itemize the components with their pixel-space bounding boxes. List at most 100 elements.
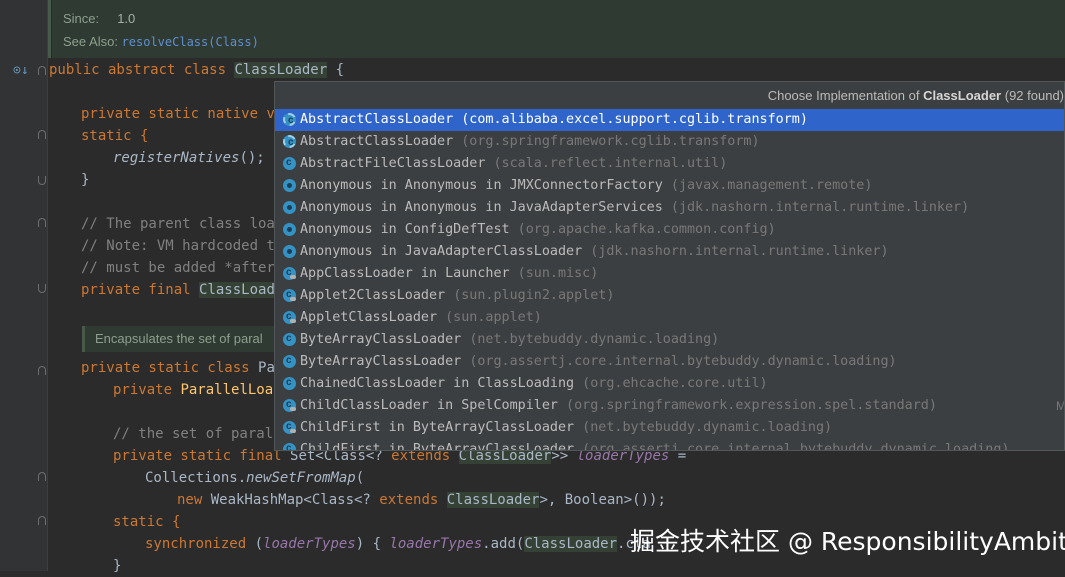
implementation-item[interactable]: AppClassLoader in Launcher (sun.misc) [275,262,1064,285]
fold-marker-icon[interactable] [38,284,46,293]
code-text: } [81,172,90,188]
code-comment[interactable]: // must be added *after* [81,257,283,279]
implementation-item[interactable]: ChildFirst in ByteArrayClassLoader (net.… [275,416,1064,439]
javadoc-render-block [52,0,1065,58]
see-also-link[interactable]: resolveClass(Class) [122,35,259,49]
implementation-item[interactable]: Anonymous in Anonymous in JMXConnectorFa… [275,175,1064,197]
implementation-package: (scala.reflect.internal.util) [493,156,728,171]
code-line[interactable]: } [81,169,89,191]
implementation-item[interactable]: ByteArrayClassLoader (net.bytebuddy.dyna… [275,328,1064,351]
implementation-name: Anonymous in Anonymous in JMXConnectorFa… [300,178,663,193]
code-line[interactable]: private static class Par [81,357,283,379]
code-text: (); [239,150,265,166]
implementation-label: ChainedClassLoader in ClassLoading (org.… [300,373,768,395]
code-comment[interactable]: // the set of parall [113,423,282,445]
implementation-list[interactable]: AbstractClassLoader (com.alibaba.excel.s… [275,109,1064,451]
anonymous-class-icon [283,201,296,214]
code-line[interactable]: registerNatives(); [113,147,265,169]
implementation-package: (org.ehcache.core.util) [582,376,768,391]
fold-marker-icon[interactable] [38,366,46,375]
abstract-class-icon [283,132,296,154]
implementation-name: AppletClassLoader [300,310,438,325]
code-line[interactable]: private static native vo [81,103,283,125]
code-class-name: ClassLoader [524,536,618,552]
anonymous-class-icon [283,223,296,236]
code-text: .add( [482,536,525,552]
anonymous-class-icon [283,245,296,258]
implementation-label: ChildFirst in ByteArrayClassLoader (org.… [300,439,1010,451]
implementation-item[interactable]: Anonymous in ConfigDefTest (org.apache.k… [275,219,1064,241]
code-text: WeakHashMap<Class<? [210,492,380,508]
abstract-class-icon [283,110,296,132]
code-line[interactable]: synchronized (loaderTypes) { loaderTypes… [145,533,651,555]
inline-doc-hint: Encapsulates the set of paral [82,326,282,352]
watermark: 掘金技术社区 @ ResponsibilityAmbiti [630,527,1065,556]
inline-doc-text: Encapsulates the set of paral [95,331,263,346]
implementation-item[interactable]: ChildFirst in ByteArrayClassLoader (org.… [275,438,1064,451]
code-text: Collections. [145,470,247,486]
implementation-package: (org.springframework.expression.spel.sta… [566,398,937,413]
implemented-marker-icon[interactable]: ⊙↓ [13,63,29,78]
implementation-package: (org.assertj.core.internal.bytebuddy.dyn… [469,354,897,369]
code-line[interactable]: Collections.newSetFromMap( [145,467,364,489]
inline-doc-bar [82,326,85,352]
implementation-item[interactable]: AbstractFileClassLoader (scala.reflect.i… [275,152,1064,175]
code-class-name: ClassLoader [446,492,540,508]
fold-marker-icon[interactable] [38,218,46,227]
fold-marker-icon[interactable] [38,472,46,481]
code-field: loaderTypes [263,536,356,552]
implementation-package: (org.springframework.cglib.transform) [461,134,760,149]
implementation-label: ChildFirst in ByteArrayClassLoader (net.… [300,417,832,439]
implementation-item[interactable]: ChainedClassLoader in ClassLoading (org.… [275,372,1064,395]
popup-title-class: ClassLoader [923,88,1002,103]
code-class-name: ClassLoader [234,62,328,78]
code-keyword: private [113,382,181,398]
implementation-label: Anonymous in JavaAdapterClassLoader (jdk… [300,241,889,263]
access-modifier-icon [290,297,296,303]
implementation-item[interactable]: AbstractClassLoader (org.springframework… [275,131,1064,154]
code-keyword: private static final [113,448,291,464]
implementation-item[interactable]: Applet2ClassLoader (sun.plugin2.applet) [275,284,1064,307]
implementation-item[interactable]: AppletClassLoader (sun.applet) [275,306,1064,329]
choose-implementation-popup[interactable]: Choose Implementation of ClassLoader (92… [274,81,1065,451]
implementation-item[interactable]: Anonymous in Anonymous in JavaAdapterSer… [275,197,1064,219]
implementation-label: ByteArrayClassLoader (org.assertj.core.i… [300,351,897,373]
code-line[interactable]: static { [81,125,148,147]
code-line[interactable]: new WeakHashMap<Class<? extends ClassLoa… [177,489,666,511]
access-modifier-icon [290,319,296,325]
implementation-item[interactable]: AbstractClassLoader (com.alibaba.excel.s… [275,109,1064,132]
implementation-item[interactable]: ByteArrayClassLoader (org.assertj.core.i… [275,350,1064,373]
anonymous-class-icon [283,179,296,192]
code-keyword: private static class [81,360,259,376]
fold-marker-icon[interactable] [38,516,46,525]
implementation-label: AbstractFileClassLoader (scala.reflect.i… [300,153,727,175]
code-method-call: newSetFromMap [246,470,356,486]
fold-marker-icon[interactable] [38,66,46,75]
code-text: >, Boolean>()); [539,492,666,508]
fold-marker-icon[interactable] [38,176,46,185]
access-modifier-icon [290,407,296,413]
implementation-package: (org.assertj.core.internal.bytebuddy.dyn… [582,442,1010,451]
code-text: } [113,558,122,574]
implementation-package: (jdk.nashorn.internal.runtime.linker) [590,244,889,259]
code-line[interactable]: } [113,555,121,577]
fold-marker-icon[interactable] [38,130,46,139]
implementation-name: AbstractClassLoader [300,134,454,149]
class-icon [283,328,296,350]
implementation-item[interactable]: Anonymous in JavaAdapterClassLoader (jdk… [275,241,1064,263]
code-comment[interactable]: // Note: VM hardcoded th [81,235,283,257]
code-line[interactable]: private final ClassLoade [81,279,284,301]
implementation-package: (org.apache.kafka.common.config) [517,222,776,237]
implementation-label: Anonymous in ConfigDefTest (org.apache.k… [300,219,776,241]
code-line[interactable]: private ParallelLoad [113,379,282,401]
code-line[interactable]: static { [113,511,180,533]
code-comment[interactable]: // The parent class load [81,213,283,235]
code-line[interactable]: public abstract class ClassLoader { [49,59,344,81]
class-icon [283,372,296,394]
implementation-name: AbstractClassLoader [300,112,454,127]
popup-title: Choose Implementation of ClassLoader (92… [768,88,1064,103]
code-class-name: ClassLoade [199,282,284,298]
implementation-item[interactable]: ChildClassLoader in SpelCompiler (org.sp… [275,394,1064,417]
implementation-name: ChildClassLoader in SpelCompiler [300,398,558,413]
implementation-name: Applet2ClassLoader [300,288,446,303]
